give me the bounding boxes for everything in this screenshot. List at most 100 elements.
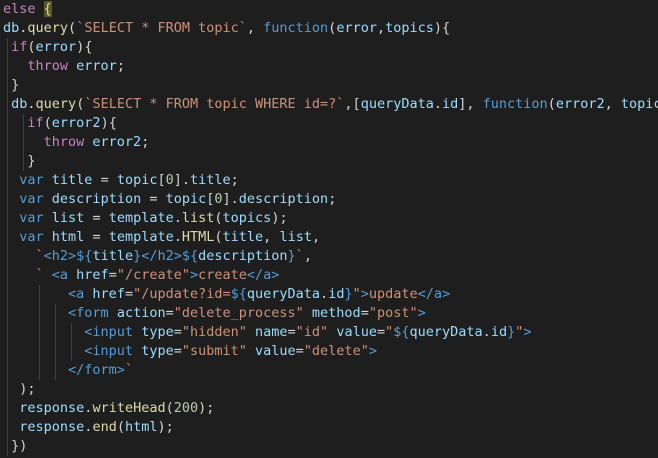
code-token: ( — [214, 229, 223, 245]
code-line[interactable]: var description = topic[0].description; — [3, 190, 336, 209]
code-token: > — [189, 267, 199, 283]
code-token: title — [222, 229, 264, 245]
code-line[interactable]: db.query(`SELECT * FROM topic`, function… — [3, 19, 450, 38]
code-token: "id" — [295, 324, 329, 340]
code-token: topic — [620, 96, 658, 112]
code-token: description — [238, 191, 329, 207]
code-line[interactable]: var html = template.HTML(title, list, — [3, 228, 320, 247]
code-token: ( — [214, 210, 223, 226]
code-token: , — [311, 229, 321, 245]
code-token: ` — [295, 248, 304, 264]
code-line[interactable]: response.writeHead(200); — [3, 399, 214, 418]
code-token: throw — [43, 134, 85, 150]
code-token: 0 — [214, 191, 223, 207]
code-token: ; — [328, 191, 337, 207]
code-token: template — [108, 229, 174, 245]
code-token: { — [43, 1, 52, 17]
code-token: "submit" — [181, 343, 247, 359]
code-editor[interactable]: else {db.query(`SELECT * FROM topic`, fu… — [0, 0, 658, 458]
code-token: ; — [141, 134, 150, 150]
code-token: error — [336, 20, 377, 36]
code-token: <a — [68, 286, 93, 302]
code-token: if — [27, 115, 44, 131]
code-line[interactable]: response.end(html); — [3, 418, 174, 437]
code-token: ); — [157, 419, 174, 435]
code-token: "/update?id= — [133, 286, 231, 302]
code-token: , — [303, 248, 312, 264]
code-line[interactable]: throw error2; — [3, 133, 150, 152]
code-line[interactable]: if(error2){ — [3, 114, 116, 133]
code-line[interactable]: <a href="/update?id=${queryData.id}">upd… — [3, 285, 450, 304]
code-token: var — [19, 191, 44, 207]
code-token: "/create" — [116, 267, 190, 283]
code-line[interactable]: var title = topic[0].title; — [3, 171, 239, 190]
code-token: ${ — [230, 286, 247, 302]
code-token: . — [27, 96, 36, 112]
code-token: = — [376, 324, 386, 340]
code-token: ( — [68, 20, 77, 36]
code-token: value — [255, 343, 296, 359]
code-token: type — [141, 343, 174, 359]
code-line[interactable]: <form action="delete_process" method="po… — [3, 304, 426, 323]
code-token: = — [141, 191, 166, 207]
code-token: = — [173, 343, 182, 359]
code-token: var — [19, 229, 44, 245]
code-token: error — [76, 58, 117, 74]
code-token: function — [482, 96, 548, 112]
code-line[interactable]: throw error; — [3, 57, 125, 76]
code-token: writeHead — [92, 400, 166, 416]
code-token: topics — [222, 210, 272, 226]
code-token: update — [368, 286, 418, 302]
code-token: db — [11, 96, 28, 112]
code-line[interactable]: } — [3, 76, 19, 95]
code-token: method — [311, 305, 361, 321]
code-token: html — [124, 419, 158, 435]
code-token: > — [360, 286, 369, 302]
code-line[interactable]: else { — [3, 0, 52, 19]
code-token: throw — [27, 58, 69, 74]
code-token: ( — [116, 419, 125, 435]
code-line[interactable]: <input type="hidden" name="id" value="${… — [3, 323, 531, 342]
code-token: topic — [116, 172, 158, 188]
indent-guide — [71, 323, 72, 361]
code-token: list — [181, 210, 215, 226]
code-token: = — [92, 172, 117, 188]
code-token: , — [246, 20, 264, 36]
code-token: , — [604, 96, 621, 112]
code-token: title — [92, 248, 134, 264]
code-token: queryData — [246, 286, 321, 302]
code-line[interactable]: </form>` — [3, 361, 133, 380]
code-token: response — [19, 400, 85, 416]
code-token: if — [11, 39, 28, 55]
code-token: . — [482, 324, 491, 340]
code-token: db — [3, 20, 20, 36]
code-token: = — [173, 324, 182, 340]
code-line[interactable]: `<h2>${title}</h2>${description}`, — [3, 247, 312, 266]
code-token: id — [490, 324, 508, 340]
code-token: = — [295, 343, 304, 359]
code-line[interactable]: var list = template.list(topics); — [3, 209, 287, 228]
code-token: var — [19, 210, 44, 226]
code-token: ( — [547, 96, 556, 112]
code-token: <input — [84, 324, 142, 340]
code-line[interactable]: if(error){ — [3, 38, 92, 57]
code-token: name — [255, 324, 288, 340]
code-token: "delete" — [303, 343, 369, 359]
code-token: = — [124, 286, 134, 302]
code-line[interactable]: db.query(`SELECT * FROM topic WHERE id=?… — [3, 95, 658, 114]
code-line[interactable]: ` <a href="/create">create</a> — [3, 266, 280, 285]
code-token: error2 — [92, 134, 142, 150]
code-token: ( — [165, 400, 174, 416]
code-token: ${ — [181, 248, 199, 264]
code-token: HTML — [181, 229, 215, 245]
code-token: . — [173, 210, 182, 226]
code-line[interactable]: <input type="submit" value="delete"> — [3, 342, 377, 361]
code-token: ` — [124, 362, 134, 378]
